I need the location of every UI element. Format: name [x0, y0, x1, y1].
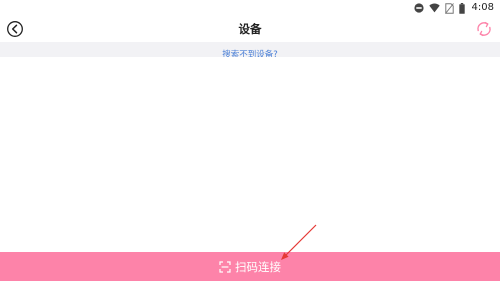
scan-icon — [219, 260, 231, 273]
no-sim-icon — [444, 2, 454, 14]
wifi-icon — [428, 3, 440, 13]
page-title: 设备 — [238, 22, 262, 36]
status-bar: 4:08 — [0, 0, 500, 16]
title-bar: 设备 — [0, 16, 500, 42]
refresh-button[interactable] — [474, 19, 494, 39]
scan-connect-label: 扫码连接 — [235, 259, 281, 274]
do-not-disturb-icon — [413, 3, 424, 13]
devices-screen: 4:08 设备 搜索不到设备? 扫码连接 — [0, 0, 500, 281]
status-clock: 4:08 — [471, 2, 494, 13]
hint-bar: 搜索不到设备? — [0, 42, 500, 60]
status-icons: 4:08 — [413, 2, 494, 14]
refresh-icon — [477, 21, 491, 37]
device-list — [0, 57, 500, 252]
scan-connect-button[interactable]: 扫码连接 — [0, 252, 500, 281]
battery-icon — [458, 2, 465, 14]
